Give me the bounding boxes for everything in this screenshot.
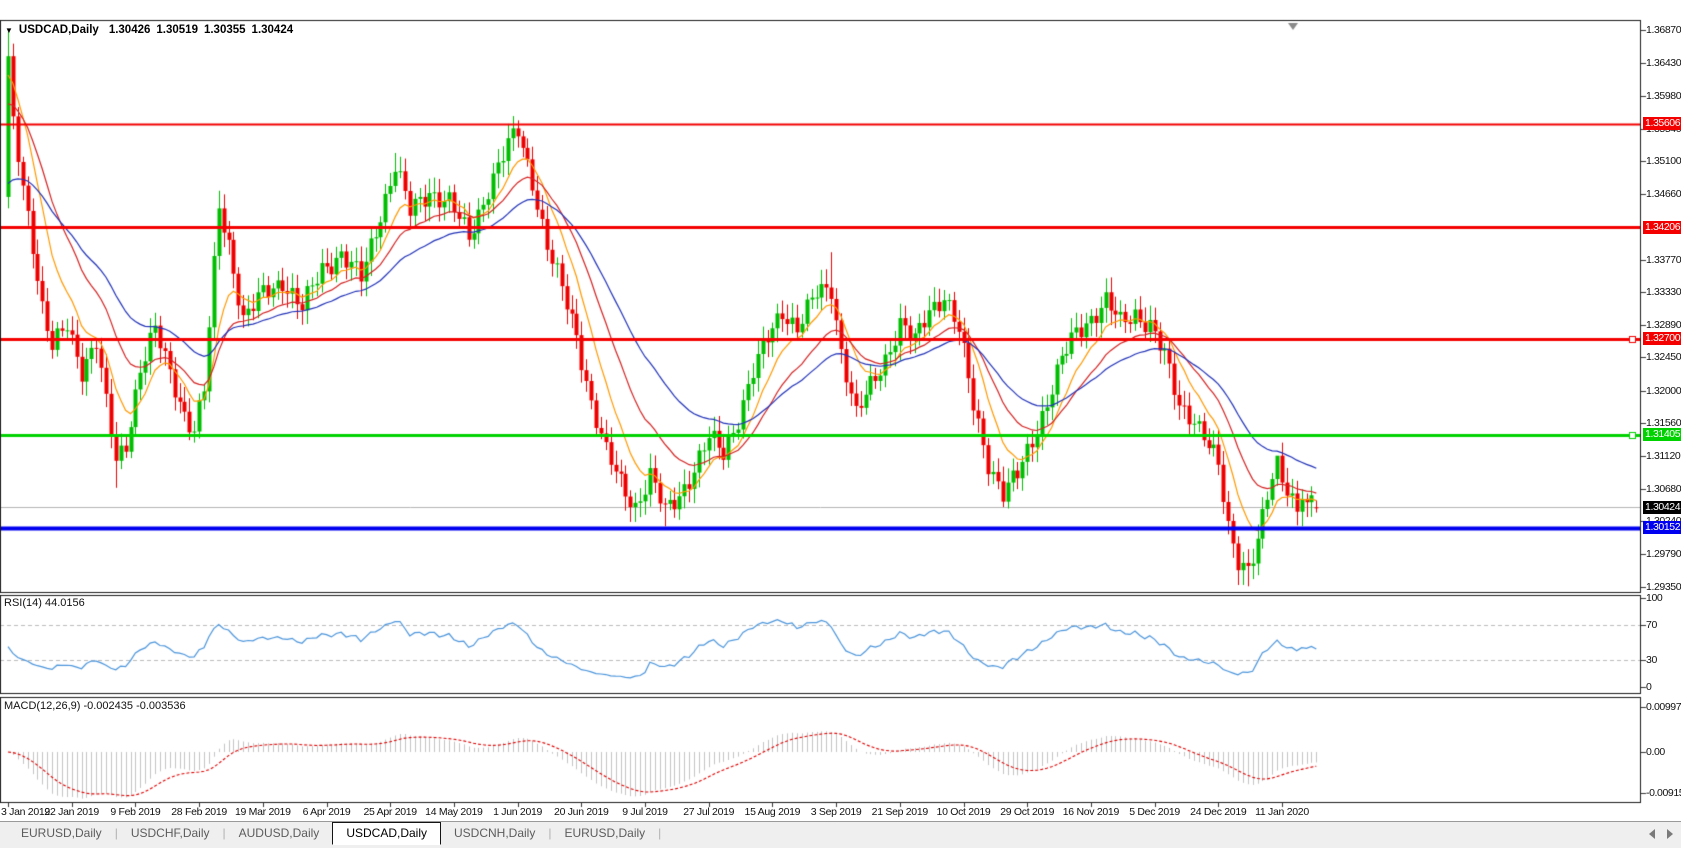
date-axis-label: 14 May 2019	[425, 806, 482, 818]
price-axis-tick: 1.35100	[1646, 155, 1681, 167]
quote-close: 1.30424	[252, 24, 294, 36]
price-level-label: 1.34206	[1643, 221, 1681, 234]
mt4-terminal: { "toolbar": { "text_tool_label": "T", "…	[0, 0, 1681, 848]
rsi-axis-tick: 0	[1646, 681, 1651, 693]
quote-open: 1.30426	[109, 24, 151, 36]
chart-symbol-period: USDCAD,Daily	[19, 24, 99, 36]
current-price-label: 1.30424	[1643, 501, 1681, 514]
tab-scroll-right-icon[interactable]	[1667, 829, 1673, 839]
price-axis-tick: 1.36430	[1646, 57, 1681, 69]
date-axis-label: 3 Jan 2019	[1, 806, 50, 818]
macd-axis-tick: -0.00915	[1646, 787, 1681, 799]
collapse-chart-icon[interactable]: ▼	[5, 26, 13, 35]
date-axis-label: 9 Jul 2019	[622, 806, 667, 818]
date-axis-label: 6 Apr 2019	[303, 806, 351, 818]
quote-high: 1.30519	[156, 24, 198, 36]
quote-low: 1.30355	[204, 24, 246, 36]
price-level-label: 1.31405	[1643, 428, 1681, 441]
rsi-indicator-label: RSI(14) 44.0156	[4, 597, 85, 609]
date-axis-label: 19 Mar 2019	[235, 806, 291, 818]
date-axis-label: 11 Jan 2020	[1255, 806, 1309, 818]
rsi-axis-tick: 30	[1646, 654, 1657, 666]
chart-tab-USDCAD-Daily[interactable]: USDCAD,Daily	[332, 822, 441, 845]
rsi-axis-tick: 100	[1646, 592, 1662, 604]
macd-axis-tick: 0.009975	[1646, 701, 1681, 713]
chart-tab-AUDUSD-Daily[interactable]: AUDUSD,Daily	[226, 824, 333, 843]
macd-indicator-label: MACD(12,26,9) -0.002435 -0.003536	[4, 700, 186, 712]
date-axis-label: 22 Jan 2019	[44, 806, 99, 818]
date-axis-label: 29 Oct 2019	[1000, 806, 1054, 818]
macd-axis-tick: 0.00	[1646, 746, 1665, 758]
chart-tab-USDCNH-Daily[interactable]: USDCNH,Daily	[441, 824, 548, 843]
date-axis-label: 27 Jul 2019	[683, 806, 734, 818]
date-axis-label: 16 Nov 2019	[1063, 806, 1119, 818]
price-axis-tick: 1.34660	[1646, 188, 1681, 200]
chart-tab-EURUSD-Daily[interactable]: EURUSD,Daily	[551, 824, 658, 843]
price-level-label: 1.30152	[1643, 521, 1681, 534]
date-axis-label: 5 Dec 2019	[1129, 806, 1180, 818]
price-axis-tick: 1.33330	[1646, 286, 1681, 298]
chart-tab-bar: EURUSD,Daily|USDCHF,Daily|AUDUSD,DailyUS…	[0, 821, 1681, 848]
date-axis-label: 21 Sep 2019	[872, 806, 928, 818]
price-axis-tick: 1.32450	[1646, 351, 1681, 363]
date-axis-label: 24 Dec 2019	[1190, 806, 1246, 818]
date-axis-label: 1 Jun 2019	[493, 806, 542, 818]
date-axis-label: 15 Aug 2019	[745, 806, 801, 818]
rsi-axis-tick: 70	[1646, 619, 1657, 631]
date-axis-label: 25 Apr 2019	[364, 806, 417, 818]
price-chart-canvas[interactable]	[0, 0, 1681, 848]
date-axis-label: 3 Sep 2019	[811, 806, 862, 818]
price-axis-tick: 1.32890	[1646, 319, 1681, 331]
tab-divider: |	[658, 824, 661, 843]
tab-scroll-left-icon[interactable]	[1649, 829, 1655, 839]
chart-title: ▼ USDCAD,Daily 1.30426 1.30519 1.30355 1…	[5, 24, 293, 36]
date-axis-label: 20 Jun 2019	[554, 806, 609, 818]
price-axis-tick: 1.30680	[1646, 483, 1681, 495]
date-axis-label: 10 Oct 2019	[937, 806, 991, 818]
price-axis-tick: 1.31120	[1646, 450, 1680, 462]
price-level-label: 1.32700	[1643, 332, 1681, 345]
price-level-label: 1.35606	[1643, 117, 1681, 130]
date-axis-label: 9 Feb 2019	[110, 806, 160, 818]
price-axis-tick: 1.36870	[1646, 24, 1681, 36]
chart-tab-USDCHF-Daily[interactable]: USDCHF,Daily	[118, 824, 223, 843]
chart-tab-EURUSD-Daily[interactable]: EURUSD,Daily	[8, 824, 115, 843]
price-axis-tick: 1.32000	[1646, 385, 1681, 397]
price-axis-tick: 1.35980	[1646, 90, 1681, 102]
date-axis-label: 28 Feb 2019	[171, 806, 227, 818]
price-axis-tick: 1.29790	[1646, 548, 1681, 560]
price-axis-tick: 1.33770	[1646, 254, 1681, 266]
